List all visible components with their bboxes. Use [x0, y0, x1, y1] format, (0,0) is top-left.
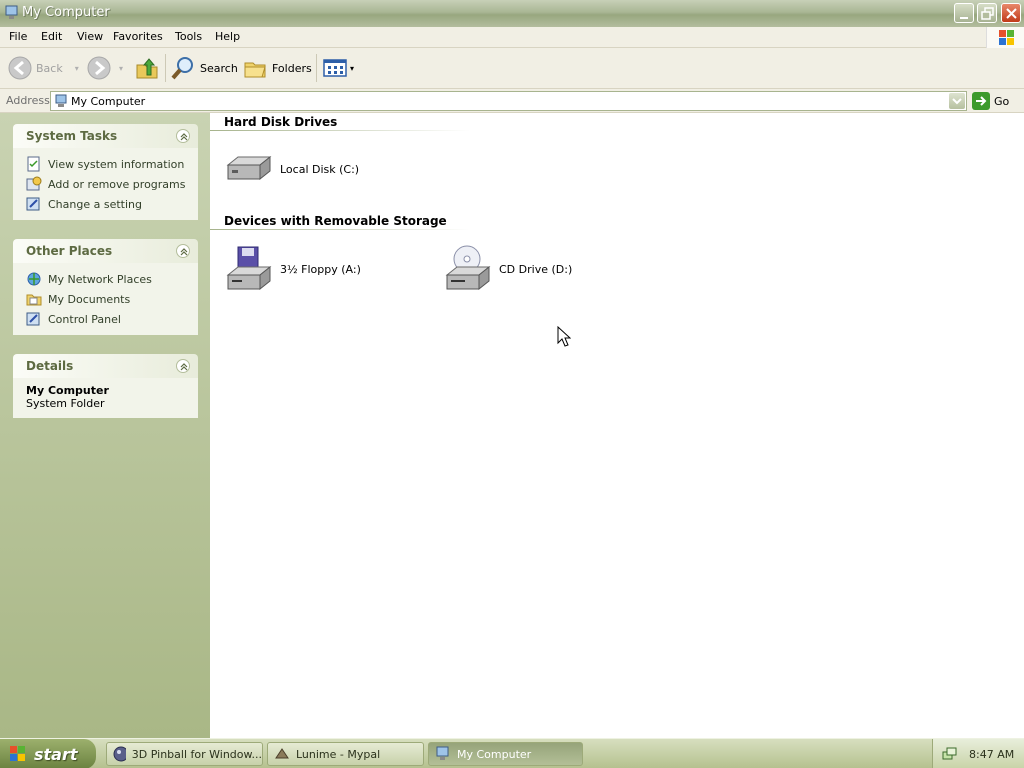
my-computer-icon: [5, 5, 18, 19]
restore-button[interactable]: [977, 3, 997, 23]
forward-arrow-icon: [87, 56, 111, 80]
other-places-panel: Other Places My Network Places My Docume…: [13, 239, 198, 335]
system-info-icon: [27, 156, 40, 172]
group-hard-disk-drives: Hard Disk Drives: [224, 115, 338, 129]
toolbar: Back ▾ ▾ Search Folders ▾: [0, 48, 1024, 89]
system-tasks-header[interactable]: System Tasks: [13, 124, 198, 148]
minimize-icon: [960, 17, 968, 19]
menu-file[interactable]: File: [9, 30, 27, 43]
group-removable-storage: Devices with Removable Storage: [224, 214, 447, 228]
drive-local-disk-c[interactable]: Local Disk (C:): [224, 151, 359, 187]
pinball-icon: [113, 746, 126, 762]
menu-tools[interactable]: Tools: [175, 30, 202, 43]
back-button[interactable]: Back ▾: [8, 54, 79, 82]
views-dropdown-icon[interactable]: ▾: [350, 64, 354, 73]
collapse-chevron-icon[interactable]: [176, 359, 190, 373]
add-remove-programs-icon: [26, 176, 42, 191]
content-area: Hard Disk Drives Local Disk (C:) Devices…: [210, 113, 1024, 738]
hard-disk-icon: [226, 155, 272, 181]
group-divider: [210, 130, 470, 131]
system-tasks-panel: System Tasks View system information Add…: [13, 124, 198, 220]
windows-logo-icon: [986, 27, 1024, 48]
close-icon: [1006, 8, 1017, 19]
details-panel: Details My Computer System Folder: [13, 354, 198, 418]
menu-bar: File Edit View Favorites Tools Help: [0, 27, 1024, 48]
menu-edit[interactable]: Edit: [41, 30, 62, 43]
restore-icon: [981, 7, 994, 20]
other-places-header[interactable]: Other Places: [13, 239, 198, 263]
toolbar-separator: [165, 54, 166, 82]
toolbar-separator: [316, 54, 317, 82]
system-tasks-title: System Tasks: [26, 129, 118, 143]
address-input[interactable]: My Computer: [50, 91, 967, 111]
address-bar: Address My Computer Go: [0, 89, 1024, 113]
menu-help[interactable]: Help: [215, 30, 240, 43]
start-button[interactable]: start: [0, 739, 96, 768]
back-dropdown-icon[interactable]: ▾: [75, 64, 79, 73]
menu-favorites[interactable]: Favorites: [113, 30, 163, 43]
taskbar-item-mypal[interactable]: Lunime - Mypal: [267, 742, 424, 766]
details-name: My Computer: [26, 384, 109, 397]
folders-button[interactable]: Folders: [242, 54, 312, 82]
task-pane: System Tasks View system information Add…: [0, 113, 210, 738]
my-documents-icon: [26, 294, 42, 306]
address-dropdown-button[interactable]: [949, 93, 965, 109]
control-panel-icon: [26, 312, 40, 326]
forward-dropdown-icon[interactable]: ▾: [119, 64, 123, 73]
system-tray: 8:47 AM: [932, 739, 1024, 768]
clock[interactable]: 8:47 AM: [969, 748, 1014, 761]
cd-drive-icon: [445, 245, 491, 291]
minimize-button[interactable]: [954, 3, 974, 23]
network-places-icon: [27, 272, 41, 286]
network-status-icon[interactable]: [941, 746, 957, 762]
close-button[interactable]: [1001, 3, 1021, 23]
details-header[interactable]: Details: [13, 354, 198, 378]
views-icon: [323, 59, 347, 77]
mypal-browser-icon: [275, 748, 289, 759]
collapse-chevron-icon[interactable]: [176, 129, 190, 143]
back-arrow-icon: [8, 56, 32, 80]
place-my-documents[interactable]: My Documents: [13, 289, 198, 309]
drive-floppy-a[interactable]: 3½ Floppy (A:): [224, 245, 361, 293]
title-bar[interactable]: My Computer: [0, 0, 1024, 27]
folders-icon: [244, 62, 266, 78]
task-view-system-info[interactable]: View system information: [13, 154, 198, 174]
windows-logo-icon: [10, 746, 25, 761]
floppy-drive-icon: [226, 246, 272, 291]
go-arrow-icon: [972, 92, 990, 110]
group-divider: [210, 229, 470, 230]
search-icon: [171, 57, 193, 80]
place-control-panel[interactable]: Control Panel: [13, 309, 198, 329]
go-button[interactable]: Go: [972, 92, 1009, 110]
search-button[interactable]: Search: [170, 54, 238, 82]
menu-view[interactable]: View: [77, 30, 103, 43]
taskbar-item-my-computer[interactable]: My Computer: [428, 742, 583, 766]
address-label: Address: [6, 94, 50, 107]
other-places-title: Other Places: [26, 244, 113, 258]
views-button[interactable]: ▾: [322, 54, 354, 82]
forward-button[interactable]: ▾: [87, 54, 123, 82]
task-change-setting[interactable]: Change a setting: [13, 194, 198, 214]
my-computer-icon: [436, 746, 449, 760]
window-title: My Computer: [22, 5, 110, 20]
my-computer-icon: [55, 94, 67, 107]
details-title: Details: [26, 359, 74, 373]
up-folder-icon: [136, 58, 158, 79]
mouse-cursor-icon: [557, 326, 571, 347]
details-type: System Folder: [26, 397, 105, 410]
collapse-chevron-icon[interactable]: [176, 244, 190, 258]
control-panel-icon: [26, 197, 40, 211]
drive-cd-d[interactable]: CD Drive (D:): [443, 245, 572, 293]
place-my-network-places[interactable]: My Network Places: [13, 269, 198, 289]
taskbar-item-pinball[interactable]: 3D Pinball for Window...: [106, 742, 263, 766]
taskbar: start 3D Pinball for Window... Lunime - …: [0, 738, 1024, 768]
up-folder-button[interactable]: [134, 54, 160, 82]
task-add-remove-programs[interactable]: Add or remove programs: [13, 174, 198, 194]
address-value: My Computer: [71, 95, 146, 108]
chevron-down-icon: [952, 98, 962, 105]
